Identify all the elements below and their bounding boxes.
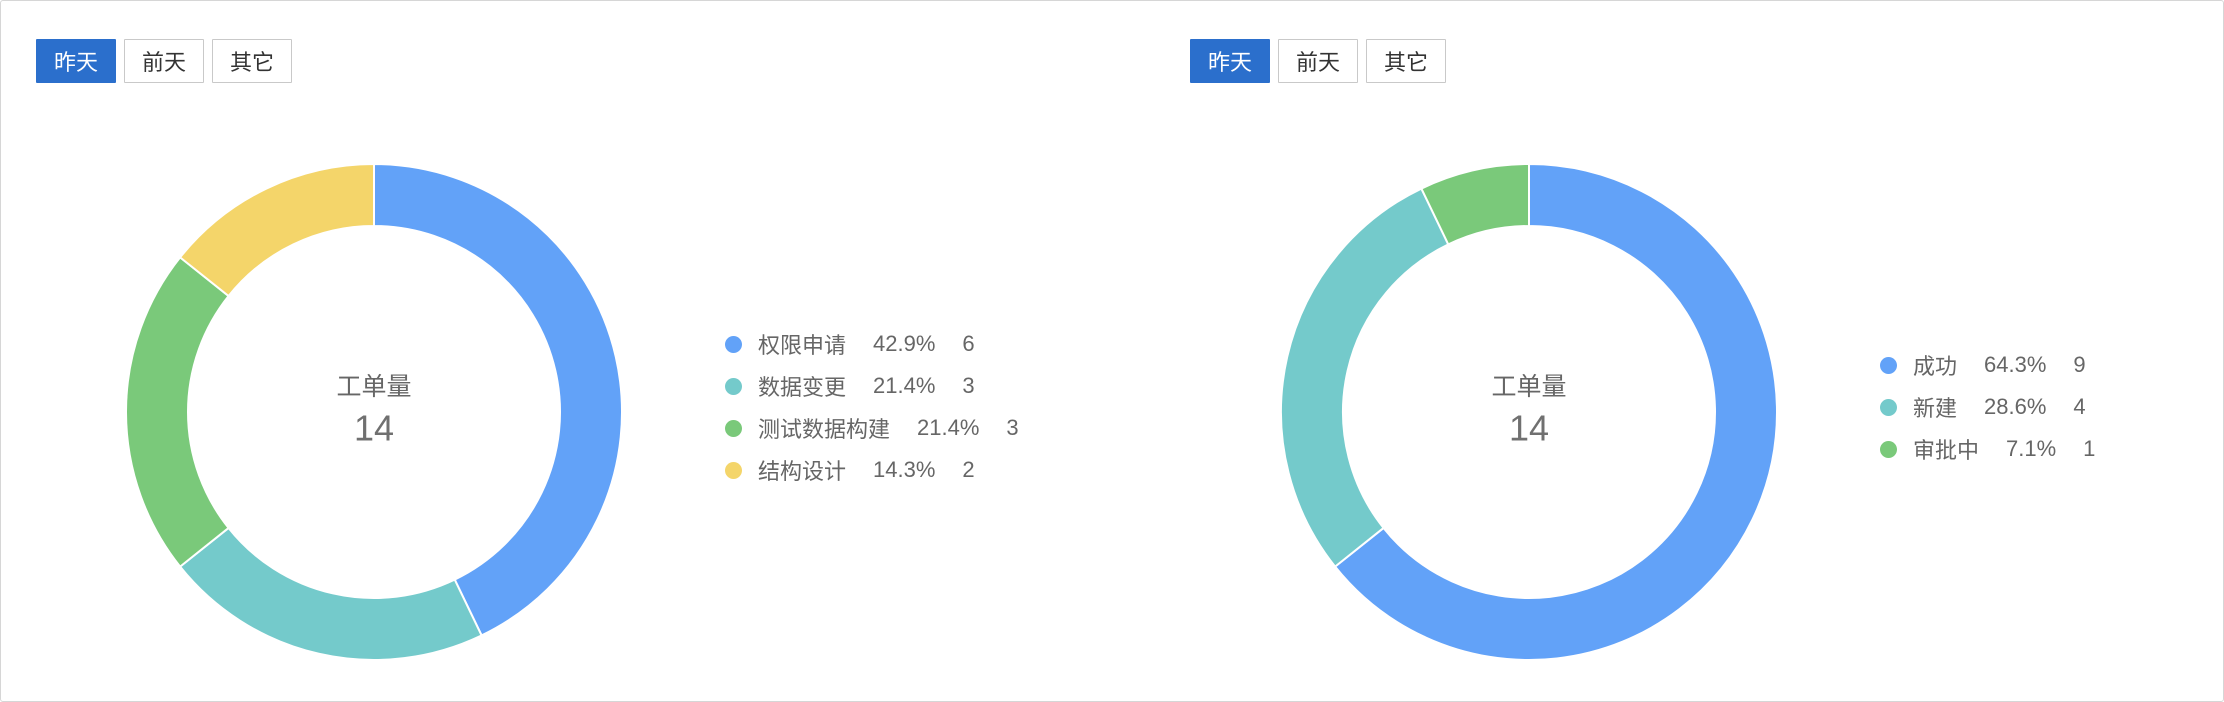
legend-label: 测试数据构建: [758, 417, 891, 442]
legend-label: 权限申请: [758, 333, 847, 358]
legend-percent: 21.4%: [873, 373, 936, 398]
legend-value: 3: [1006, 415, 1019, 440]
legend-item[interactable]: 审批中 7.1% 1: [1880, 428, 2095, 470]
donut-chart-right: 工单量 14: [1280, 162, 1778, 661]
legend-item[interactable]: 数据变更 21.4% 3: [725, 365, 1019, 407]
donut-chart-left: 工单量 14: [125, 162, 623, 661]
legend-percent: 21.4%: [917, 415, 980, 440]
legend-item[interactable]: 权限申请 42.9% 6: [725, 323, 1019, 365]
legend-dot: [725, 377, 742, 395]
legend-percent: 28.6%: [1984, 394, 2047, 419]
legend-item[interactable]: 成功 64.3% 9: [1880, 344, 2095, 386]
legend-label: 新建: [1913, 396, 1958, 421]
tab-day-before-yesterday[interactable]: 前天: [1278, 39, 1358, 83]
legend-dot: [725, 335, 742, 353]
date-tabs-left: 昨天 前天 其它: [36, 39, 300, 83]
tab-day-before-yesterday[interactable]: 前天: [124, 39, 204, 83]
donut-slice-4[interactable]: [178, 162, 375, 298]
dashboard-frame: 昨天 前天 其它 工单量 14 权限申请 42.9% 6 数据变更 21.4% …: [0, 0, 2224, 702]
legend-label: 数据变更: [758, 375, 847, 400]
center-value: 14: [1509, 408, 1549, 449]
legend-label: 审批中: [1913, 438, 1980, 463]
center-label: 工单量: [336, 373, 411, 401]
legend-item[interactable]: 新建 28.6% 4: [1880, 386, 2095, 428]
tab-yesterday[interactable]: 昨天: [1190, 39, 1270, 83]
legend-dot: [1880, 356, 1897, 374]
donut-slice-3[interactable]: [125, 255, 230, 569]
legend-value: 3: [962, 373, 975, 398]
tab-other[interactable]: 其它: [1366, 39, 1446, 83]
donut-slice-2[interactable]: [1280, 187, 1450, 569]
legend-label: 成功: [1913, 354, 1958, 379]
legend-percent: 7.1%: [2006, 436, 2057, 461]
legend-value: 9: [2073, 352, 2086, 377]
chart-legend-right: 成功 64.3% 9 新建 28.6% 4 审批中 7.1% 1: [1880, 344, 2095, 470]
chart-legend-left: 权限申请 42.9% 6 数据变更 21.4% 3 测试数据构建 21.4% 3…: [725, 323, 1019, 491]
legend-item[interactable]: 测试数据构建 21.4% 3: [725, 407, 1019, 449]
center-label: 工单量: [1491, 373, 1566, 401]
legend-value: 2: [962, 457, 975, 482]
donut-slice-2[interactable]: [178, 526, 483, 661]
tab-yesterday[interactable]: 昨天: [36, 39, 116, 83]
legend-value: 1: [2083, 436, 2096, 461]
legend-dot: [725, 419, 742, 437]
legend-item[interactable]: 结构设计 14.3% 2: [725, 449, 1019, 491]
tab-other[interactable]: 其它: [212, 39, 292, 83]
legend-value: 4: [2073, 394, 2086, 419]
date-tabs-right: 昨天 前天 其它: [1190, 39, 1454, 83]
legend-dot: [1880, 398, 1897, 416]
legend-percent: 14.3%: [873, 457, 936, 482]
center-value: 14: [354, 408, 394, 449]
legend-value: 6: [962, 331, 975, 356]
legend-percent: 64.3%: [1984, 352, 2047, 377]
legend-percent: 42.9%: [873, 331, 936, 356]
legend-dot: [725, 461, 742, 479]
legend-dot: [1880, 440, 1897, 458]
legend-label: 结构设计: [758, 459, 847, 484]
